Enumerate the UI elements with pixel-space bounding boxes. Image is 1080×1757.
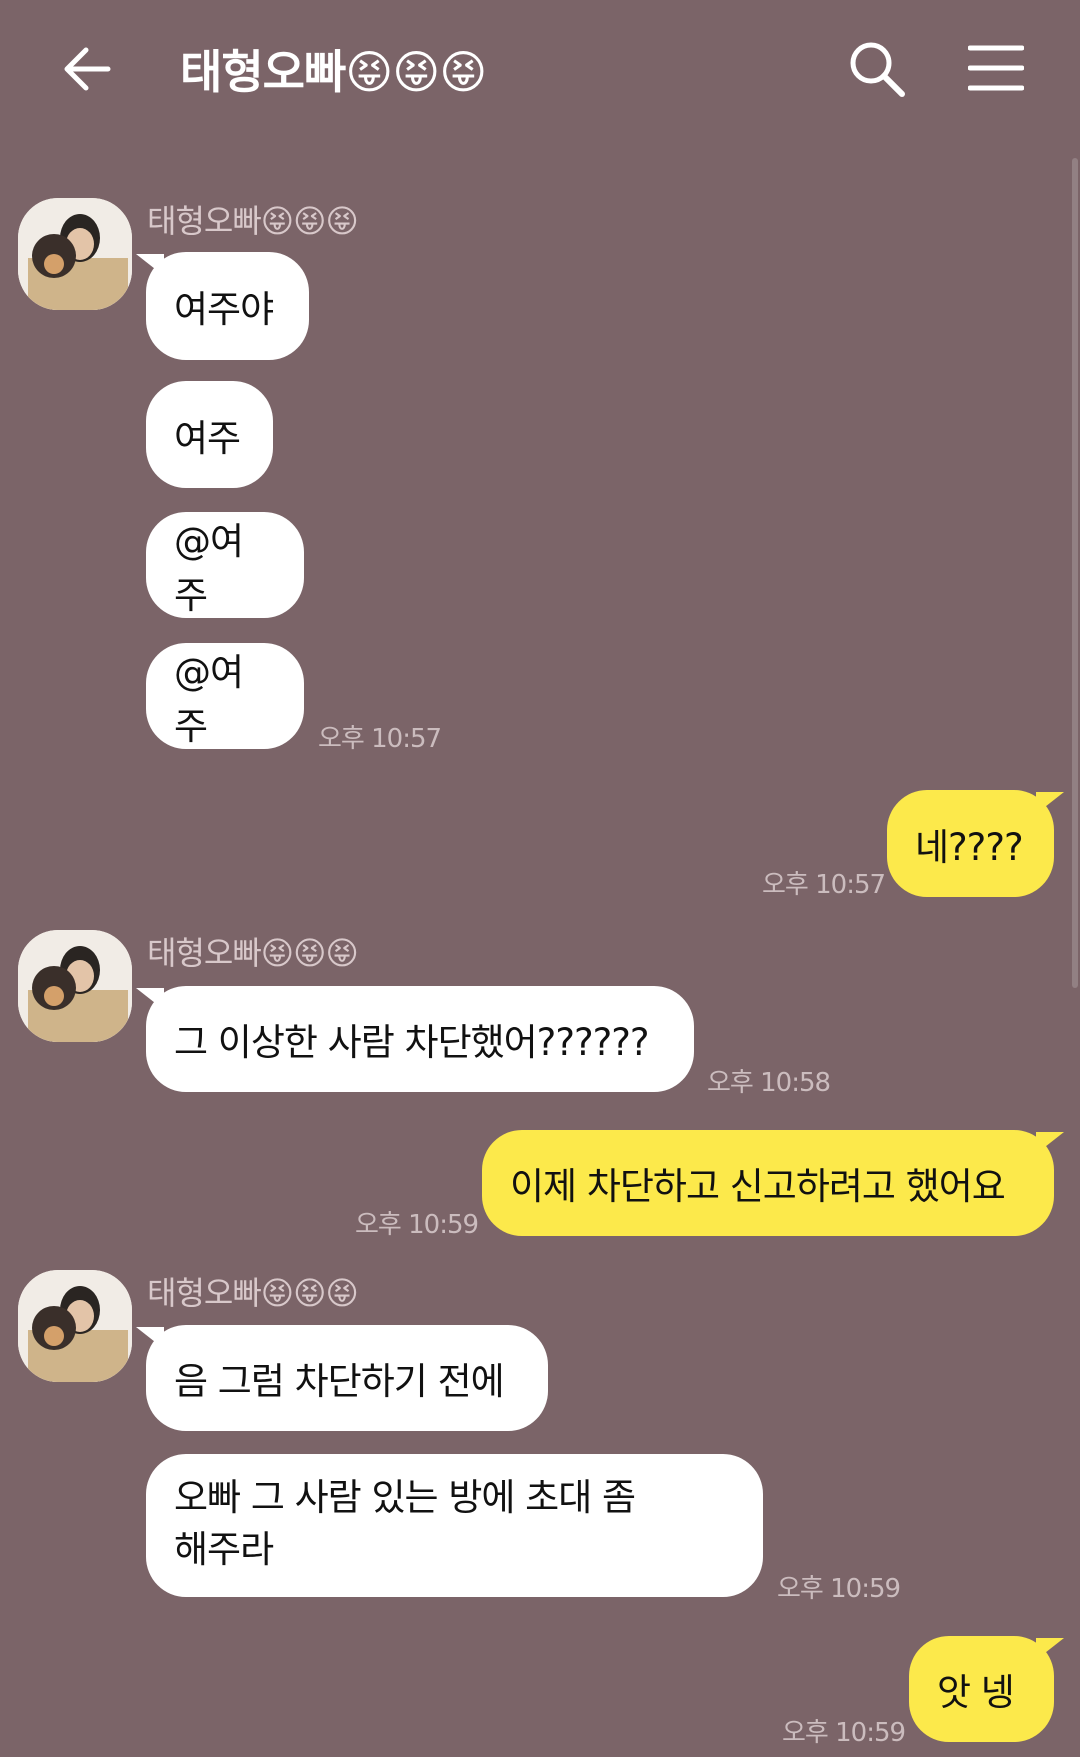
message-bubble-incoming[interactable]: 여주야 — [146, 252, 309, 360]
arrow-left-icon[interactable] — [58, 40, 116, 98]
message-time: 오후 10:58 — [707, 1068, 831, 1098]
avatar[interactable] — [18, 930, 132, 1042]
chat-header: 태형오빠😝😝😝 — [0, 0, 1080, 140]
message-bubble-outgoing[interactable]: 이제 차단하고 신고하려고 했어요 — [482, 1130, 1054, 1236]
message-time: 오후 10:59 — [777, 1574, 901, 1604]
message-bubble-incoming[interactable]: 음 그럼 차단하기 전에 — [146, 1325, 548, 1431]
search-icon[interactable] — [846, 38, 908, 100]
avatar[interactable] — [18, 198, 132, 310]
message-bubble-outgoing[interactable]: 앗 넹 — [909, 1636, 1054, 1742]
chat-title: 태형오빠😝😝😝 — [180, 45, 487, 99]
message-time: 오후 10:59 — [782, 1718, 906, 1748]
message-bubble-incoming[interactable]: 그 이상한 사람 차단했어?????? — [146, 986, 694, 1092]
message-bubble-outgoing[interactable]: 네???? — [887, 790, 1054, 897]
message-bubble-incoming[interactable]: 오빠 그 사람 있는 방에 초대 좀 해주라 — [146, 1454, 763, 1597]
message-time: 오후 10:59 — [355, 1210, 479, 1240]
message-time: 오후 10:57 — [762, 870, 886, 900]
message-time: 오후 10:57 — [318, 724, 442, 754]
message-bubble-incoming[interactable]: @여주 — [146, 643, 304, 749]
message-bubble-incoming[interactable]: 여주 — [146, 381, 273, 488]
avatar[interactable] — [18, 1270, 132, 1382]
hamburger-menu-icon[interactable] — [968, 44, 1024, 92]
sender-name: 태형오빠😝😝😝 — [147, 934, 359, 972]
scrollbar[interactable] — [1072, 158, 1078, 988]
message-bubble-incoming[interactable]: @여주 — [146, 512, 304, 618]
sender-name: 태형오빠😝😝😝 — [147, 202, 359, 240]
sender-name: 태형오빠😝😝😝 — [147, 1274, 359, 1312]
